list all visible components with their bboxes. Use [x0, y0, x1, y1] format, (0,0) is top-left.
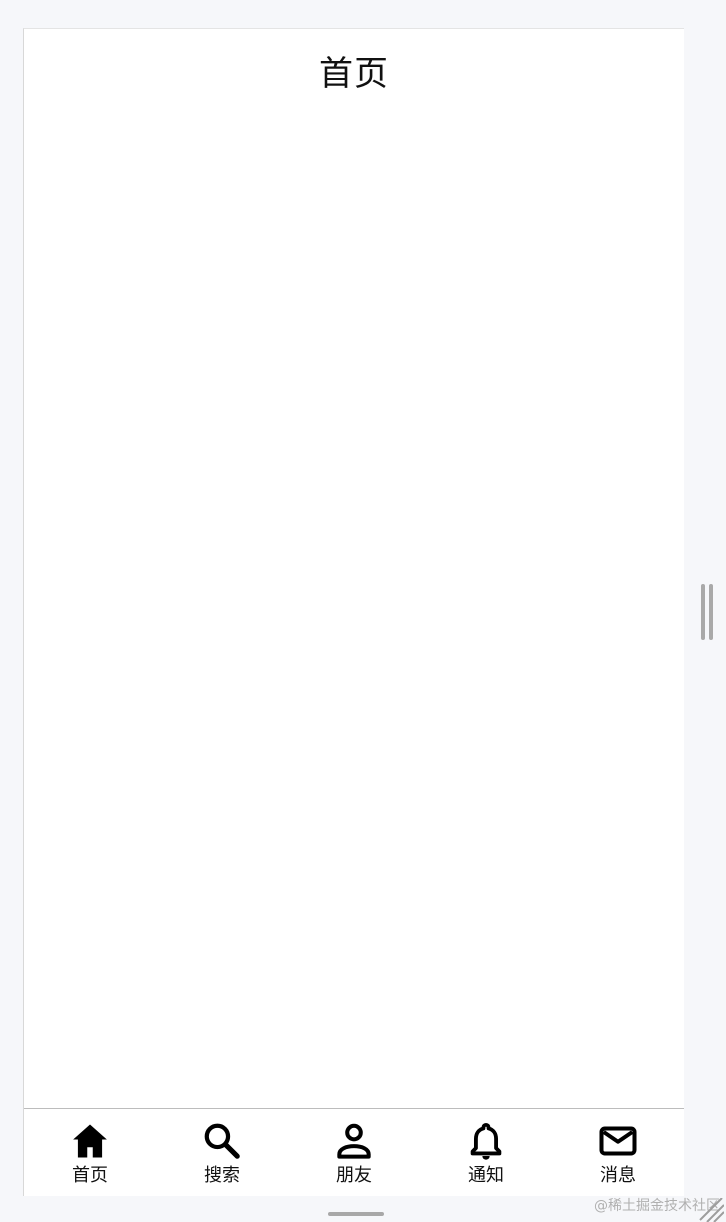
page-title: 首页	[319, 54, 389, 94]
resize-grip-icon[interactable]	[698, 1198, 724, 1222]
home-icon	[68, 1119, 112, 1163]
tab-friends[interactable]: 朋友	[288, 1109, 420, 1196]
home-indicator[interactable]	[328, 1212, 384, 1216]
handle-bar-right	[709, 584, 713, 640]
side-scroll-handle[interactable]	[701, 584, 713, 640]
page-content	[24, 119, 684, 1108]
tab-notifications[interactable]: 通知	[420, 1109, 552, 1196]
tab-label-notifications: 通知	[468, 1165, 504, 1186]
tab-label-search: 搜索	[204, 1165, 240, 1186]
tab-label-friends: 朋友	[336, 1165, 372, 1186]
bell-icon	[464, 1119, 508, 1163]
tab-label-home: 首页	[72, 1165, 108, 1186]
person-icon	[332, 1119, 376, 1163]
handle-bar-left	[701, 584, 705, 640]
header: 首页	[24, 29, 684, 119]
bottom-tab-bar: 首页 搜索 朋友 通知 消息	[24, 1108, 684, 1196]
phone-frame: 首页 首页 搜索 朋友 通知 消息	[23, 28, 684, 1196]
tab-home[interactable]: 首页	[24, 1109, 156, 1196]
tab-messages[interactable]: 消息	[552, 1109, 684, 1196]
mail-icon	[596, 1119, 640, 1163]
tab-search[interactable]: 搜索	[156, 1109, 288, 1196]
search-icon	[200, 1119, 244, 1163]
tab-label-messages: 消息	[600, 1165, 636, 1186]
